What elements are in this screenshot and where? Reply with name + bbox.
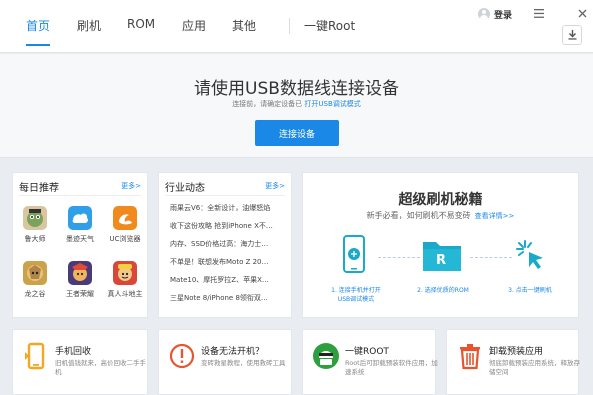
view-details-link[interactable]: 查看详情>> bbox=[475, 212, 515, 220]
app-label: 墨迹天气 bbox=[66, 235, 94, 243]
step-caption-line: 1. 连接手机并打开 bbox=[331, 287, 381, 294]
app-item[interactable]: 龙之谷 bbox=[15, 261, 55, 299]
step-caption-line: USB调试模式 bbox=[337, 296, 375, 303]
news-item[interactable]: 收下这份攻略 抢到iPhone X不… bbox=[170, 221, 282, 231]
tool-card-device-rescue[interactable]: 设备无法开机？ 变砖救星教程，使用救砖工具 bbox=[158, 329, 292, 395]
news-item[interactable]: 雨果云V6：全新设计，油爆怒焰 bbox=[170, 203, 282, 213]
tool-title: 卸载预装应用 bbox=[489, 347, 544, 357]
tab-flash[interactable]: 刷机 bbox=[77, 17, 101, 34]
app-item[interactable]: UC浏览器 bbox=[105, 206, 145, 244]
app-item[interactable]: 王者荣耀 bbox=[60, 261, 100, 299]
industry-news-panel: 行业动态 更多> 雨果云V6：全新设计，油爆怒焰 收下这份攻略 抢到iPhone… bbox=[158, 172, 292, 318]
tab-home[interactable]: 首页 bbox=[26, 17, 50, 34]
news-item[interactable]: 三星Note 8/iPhone 8领衔双… bbox=[170, 293, 282, 303]
tool-card-phone-recycle[interactable]: 手机回收 旧机值钱就来，高价回收二手手机 bbox=[12, 329, 148, 395]
honor-of-kings-icon bbox=[68, 261, 92, 285]
tool-desc: 变砖救星教程，使用救砖工具 bbox=[201, 359, 286, 367]
news-item[interactable]: 内存、SSD价格过高：海力士… bbox=[170, 239, 282, 249]
tool-desc: 旧机值钱就来，高价回收二手手机 bbox=[55, 359, 146, 376]
app-item[interactable]: 鲁大师 bbox=[15, 206, 55, 244]
avatar-icon bbox=[478, 8, 490, 20]
dragon-nest-icon bbox=[23, 261, 47, 285]
step-caption: 1. 连接手机并打开 USB调试模式 bbox=[318, 286, 394, 304]
trash-icon bbox=[460, 344, 480, 370]
login-label: 登录 bbox=[494, 10, 513, 21]
step-arrow bbox=[378, 257, 420, 258]
tool-card-uninstall-preinstalled[interactable]: 卸载预装应用 彻底卸载预装应用系统，释放存储空间 bbox=[446, 329, 580, 395]
flash-secrets-panel: 超级刷机秘籍 新手必看，如何刷机不易变砖 查看详情>> R 1. 连接手机并打开 … bbox=[302, 172, 579, 318]
tool-desc: 彻底卸载预装应用系统，释放存储空间 bbox=[489, 359, 580, 376]
news-more-link[interactable]: 更多> bbox=[265, 181, 285, 191]
top-bar: 首页 刷机 ROM 应用 其他 一键Root 登录 bbox=[0, 0, 593, 53]
connect-banner: 请使用USB数据线连接设备 连接前，请确定设备已 打开USB调试模式 连接设备 bbox=[0, 54, 593, 158]
news-item[interactable]: Mate10、摩托罗拉Z、苹果X… bbox=[170, 275, 282, 285]
news-item[interactable]: 不单是！联想发布Moto Z 20… bbox=[170, 257, 282, 267]
warning-icon bbox=[169, 343, 195, 369]
step-caption: 2. 选择优质的ROM bbox=[405, 286, 481, 295]
close-icon[interactable] bbox=[575, 6, 589, 20]
active-tab-indicator bbox=[26, 44, 50, 46]
tool-title: 手机回收 bbox=[55, 347, 92, 357]
app-label: 王者荣耀 bbox=[66, 290, 94, 298]
app-item[interactable]: 真人斗地主 bbox=[105, 261, 145, 299]
tab-rom[interactable]: ROM bbox=[127, 17, 155, 31]
tool-title: 设备无法开机？ bbox=[201, 347, 265, 357]
click-flash-icon bbox=[516, 240, 543, 269]
app-label: 鲁大师 bbox=[24, 235, 46, 243]
tab-apps[interactable]: 应用 bbox=[182, 17, 206, 34]
tab-one-click-root[interactable]: 一键Root bbox=[304, 17, 355, 34]
flash-secrets-subtitle: 新手必看，如何刷机不易变砖 查看详情>> bbox=[303, 210, 578, 221]
doudizhu-icon bbox=[113, 261, 137, 285]
phone-recycle-icon bbox=[25, 342, 45, 370]
download-button[interactable] bbox=[562, 25, 582, 45]
root-android-icon bbox=[313, 343, 339, 369]
daily-more-link[interactable]: 更多> bbox=[121, 181, 141, 191]
step-arrow bbox=[470, 257, 512, 258]
uc-browser-icon bbox=[113, 206, 137, 230]
tool-title: 一键ROOT bbox=[345, 347, 389, 357]
connect-subtitle: 连接前，请确定设备已 打开USB调试模式 bbox=[0, 99, 593, 109]
step-caption-line: 3. 点击一键刷机 bbox=[508, 287, 552, 294]
industry-news-title: 行业动态 bbox=[165, 183, 205, 194]
phone-usb-icon bbox=[343, 235, 365, 273]
usb-debug-link[interactable]: 打开USB调试模式 bbox=[304, 100, 360, 108]
app-item[interactable]: 墨迹天气 bbox=[60, 206, 100, 244]
rom-letter: R bbox=[436, 253, 447, 268]
tab-divider bbox=[289, 18, 290, 34]
app-label: 真人斗地主 bbox=[107, 290, 143, 298]
hamburger-icon[interactable] bbox=[532, 6, 546, 20]
daily-recommend-panel: 每日推荐 更多> 鲁大师 墨迹天气 UC浏览器 龙之谷 王者荣耀 真人斗地主 bbox=[12, 172, 148, 318]
tool-desc: Root后可卸载预装软件应用，加速系统 bbox=[345, 359, 438, 376]
download-icon bbox=[568, 30, 576, 40]
flash-secrets-title: 超级刷机秘籍 bbox=[398, 192, 483, 208]
daily-recommend-title: 每日推荐 bbox=[19, 183, 59, 194]
connect-title: 请使用USB数据线连接设备 bbox=[194, 79, 399, 99]
app-label: 龙之谷 bbox=[24, 290, 46, 298]
tab-other[interactable]: 其他 bbox=[232, 17, 256, 34]
step-caption-line: 2. 选择优质的ROM bbox=[417, 287, 469, 294]
connect-subtitle-text: 连接前，请确定设备已 bbox=[232, 100, 303, 108]
moji-weather-icon bbox=[68, 206, 92, 230]
tool-card-one-click-root[interactable]: 一键ROOT Root后可卸载预装软件应用，加速系统 bbox=[302, 329, 438, 395]
app-label: UC浏览器 bbox=[109, 235, 141, 243]
flash-secrets-subtitle-text: 新手必看，如何刷机不易变砖 bbox=[366, 211, 471, 220]
login-button[interactable]: 登录 bbox=[478, 7, 512, 21]
ludashi-icon bbox=[23, 206, 47, 230]
connect-device-button[interactable]: 连接设备 bbox=[255, 120, 339, 146]
step-caption: 3. 点击一键刷机 bbox=[495, 286, 565, 295]
